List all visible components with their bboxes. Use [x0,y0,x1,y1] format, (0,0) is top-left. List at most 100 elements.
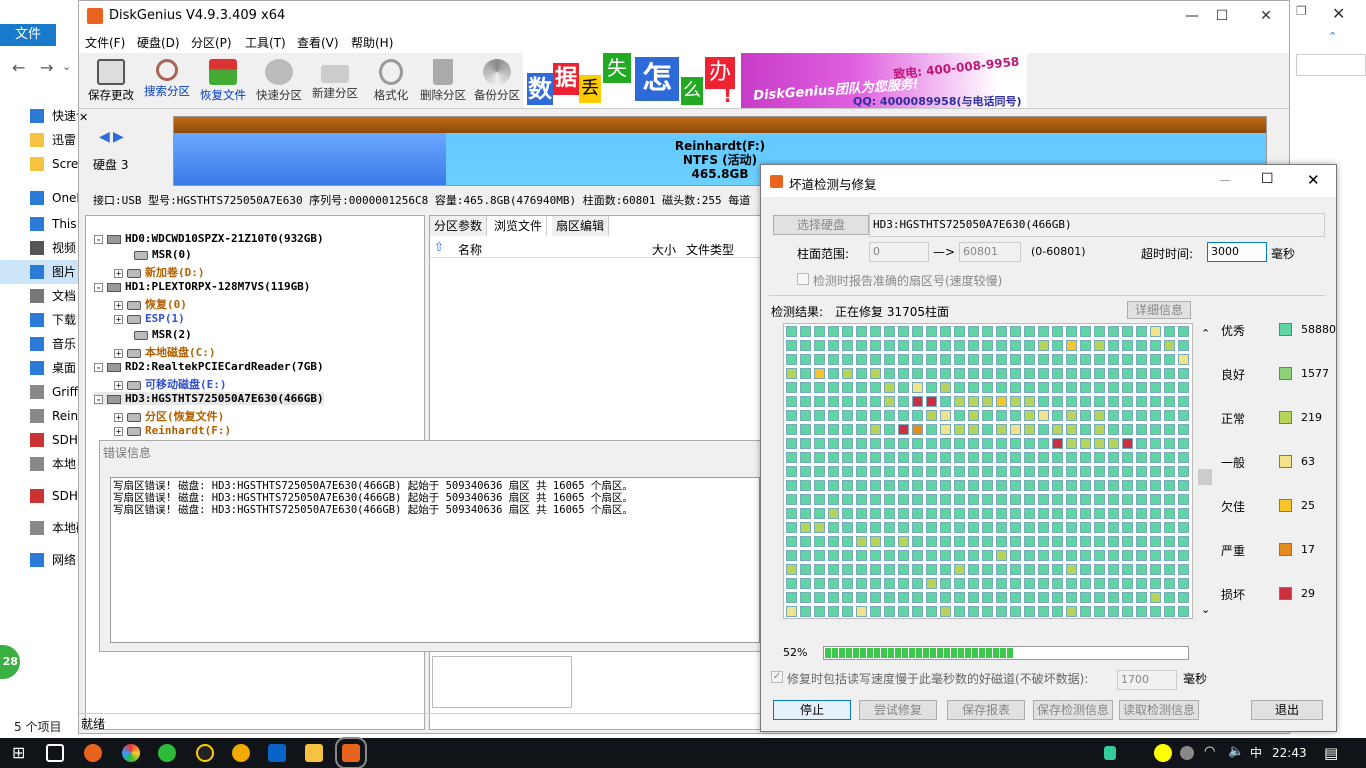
ribbon-expand-icon[interactable]: ⌃ [1328,30,1337,43]
wechat-icon[interactable] [158,744,176,762]
expand-toggle-icon[interactable]: + [114,314,123,324]
expand-toggle-icon[interactable]: - [94,282,103,292]
tree-partition-node[interactable]: + ESP(1) [114,312,185,325]
tab-partition-params[interactable]: 分区参数 [430,216,488,236]
nav-item[interactable]: 音乐 [0,332,80,356]
nav-item[interactable]: 网络 [0,548,80,572]
cyl-to-input[interactable]: 60801 [959,242,1021,262]
nav-item[interactable]: 文档 [0,284,80,308]
minimize-icon[interactable]: — [1177,5,1207,27]
menu-partition[interactable]: 分区(P) [191,34,232,51]
expand-toggle-icon[interactable]: - [94,362,103,372]
nav-item[interactable]: Scre [0,152,80,176]
format-button[interactable]: 格式化 [365,55,417,107]
expand-toggle-icon[interactable]: + [114,380,123,390]
tree-partition-node[interactable]: + 分区(恢复文件) [114,408,224,424]
stop-button[interactable]: 停止 [773,700,851,720]
forward-arrow-icon[interactable]: → [40,58,53,77]
recover-file-button[interactable]: 恢复文件 [197,55,249,107]
report-sector-checkbox[interactable] [797,273,809,285]
search-partition-button[interactable]: 搜索分区 [141,55,193,107]
tree-disk-node[interactable]: - HD1:PLEXTORPX-128M7VS(119GB) [94,280,310,293]
disk-next-icon[interactable]: ▶ [113,129,124,145]
scroll-up-icon[interactable]: ⌃ [1201,327,1210,340]
tree-disk-node[interactable]: - RD2:RealtekPCIECardReader(7GB) [94,360,324,373]
exit-button[interactable]: 退出 [1251,700,1323,720]
expand-toggle-icon[interactable]: + [114,412,123,422]
menu-tools[interactable]: 工具(T) [245,34,286,51]
expand-toggle-icon[interactable]: - [94,234,103,244]
tree-partition-node[interactable]: MSR(2) [134,328,192,341]
diskgenius-taskbar-icon[interactable] [335,737,367,768]
nav-item[interactable]: 本地 [0,452,80,476]
tree-partition-node[interactable]: + 可移动磁盘(E:) [114,376,227,392]
expand-toggle-icon[interactable]: + [114,426,123,436]
back-arrow-icon[interactable]: ← [12,58,25,77]
minimize-icon[interactable]: — [1219,173,1231,187]
tab-browse-files[interactable]: 浏览文件 [490,216,548,236]
nav-item[interactable]: This P [0,212,80,236]
detail-button[interactable]: 详细信息 [1127,301,1191,319]
tree-partition-node[interactable]: + 本地磁盘(C:) [114,344,216,360]
up-folder-icon[interactable]: ⇧ [434,240,444,254]
menu-file[interactable]: 文件(F) [85,34,125,51]
restore-icon[interactable]: ❐ [1296,4,1307,18]
load-detect-info-button[interactable]: 读取检测信息 [1119,700,1199,720]
close-icon[interactable]: ✕ [1332,4,1345,23]
nav-item[interactable]: 迅雷 [0,128,80,152]
scrollbar-thumb[interactable] [1198,469,1212,485]
nav-item[interactable]: 视频 [0,236,80,260]
task-view-icon[interactable] [46,744,64,762]
chrome-icon[interactable] [122,744,140,762]
delete-partition-button[interactable]: 删除分区 [417,55,469,107]
expand-toggle-icon[interactable]: - [94,394,103,404]
expand-toggle-icon[interactable]: + [114,348,123,358]
nav-item[interactable]: 快速访 [0,104,80,128]
menu-disk[interactable]: 硬盘(D) [137,34,180,51]
clock[interactable]: 22:43 [1272,738,1307,768]
maximize-icon[interactable]: ☐ [1261,171,1274,187]
language-indicator[interactable]: 中 [1250,738,1262,768]
new-partition-button[interactable]: 新建分区 [309,55,361,107]
start-icon[interactable]: ⊞ [12,744,30,762]
battery-icon[interactable] [1104,746,1116,760]
backup-partition-button[interactable]: 备份分区 [471,55,523,107]
cyl-from-input[interactable]: 0 [869,242,929,262]
expand-toggle-icon[interactable]: + [114,268,123,278]
scroll-down-icon[interactable]: ⌄ [1201,603,1210,616]
save-changes-button[interactable]: 保存更改 [85,55,137,107]
tree-partition-node[interactable]: + 恢复(0) [114,296,187,312]
file-explorer-icon[interactable] [305,744,323,762]
nav-item[interactable]: OneD [0,186,80,210]
ad-banner[interactable]: 数 据 丢 失 怎 么 办 ! 致电: 400-008-9958 DiskGen… [523,53,1027,108]
qq-icon[interactable] [196,744,214,762]
disk-prev-icon[interactable]: ◀ [99,129,110,145]
nav-item[interactable]: 本地磁 [0,516,80,540]
tree-partition-node[interactable]: + 新加卷(D:) [114,264,205,280]
nav-item[interactable]: SDHC [0,484,80,508]
save-report-button[interactable]: 保存报表 [947,700,1025,720]
tree-disk-node[interactable]: - HD3:HGSTHTS725050A7E630(466GB) [94,392,324,405]
repair-ms-input[interactable]: 1700 [1117,670,1177,690]
tab-sector-edit[interactable]: 扇区编辑 [552,216,610,236]
menu-help[interactable]: 帮助(H) [351,34,393,51]
repair-option-checkbox[interactable]: ✓ [771,671,783,683]
close-icon[interactable]: ✕ [1307,171,1320,189]
try-repair-button[interactable]: 尝试修复 [859,700,937,720]
firefox-icon[interactable] [84,744,102,762]
quick-partition-button[interactable]: 快速分区 [253,55,305,107]
menu-view[interactable]: 查看(V) [297,34,339,51]
explorer-file-tab[interactable]: 文件 [0,24,56,46]
close-icon[interactable]: ✕ [1251,5,1281,27]
nav-item[interactable]: 图片 [0,260,80,284]
maximize-icon[interactable]: ☐ [1207,5,1237,27]
timeout-input[interactable]: 3000 [1207,242,1267,262]
nav-item[interactable]: Rein [0,404,80,428]
close-icon[interactable]: ✕ [79,111,91,125]
select-disk-button[interactable]: 选择硬盘 [773,215,869,235]
tray-app-icon[interactable] [1154,744,1172,762]
chevron-down-icon[interactable]: ⌄ [62,60,71,73]
nav-item[interactable]: Griff [0,380,80,404]
notification-icon[interactable]: ▤ [1324,744,1342,762]
col-type[interactable]: 文件类型 [686,241,734,258]
